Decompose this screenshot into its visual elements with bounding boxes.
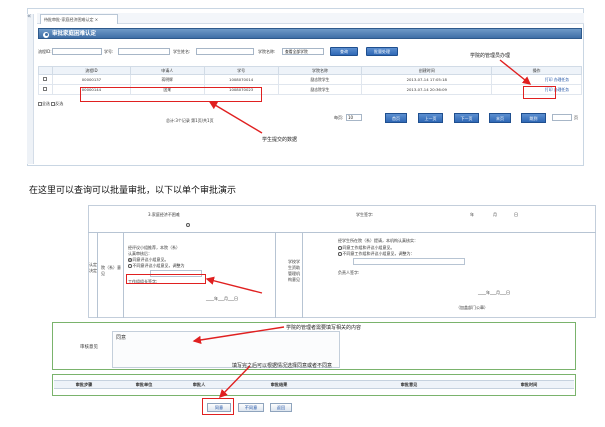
annotation-student: 学生提交的数据 <box>262 137 298 143</box>
annotation-arrows-bottom <box>192 276 285 399</box>
arrow-to-agree-button <box>219 365 251 399</box>
arrow-to-handle-task <box>499 59 532 85</box>
arrow-to-textarea <box>192 326 285 345</box>
annotation-arrows-top <box>208 59 532 134</box>
caption-text: 在这里可以查询可以批量审批，以下以单个审批演示 <box>29 186 237 196</box>
annotation-admin: 学院的管理员办理 <box>470 53 511 59</box>
arrow-to-student-row <box>208 101 263 134</box>
arrow-to-dept-sign <box>205 276 263 294</box>
